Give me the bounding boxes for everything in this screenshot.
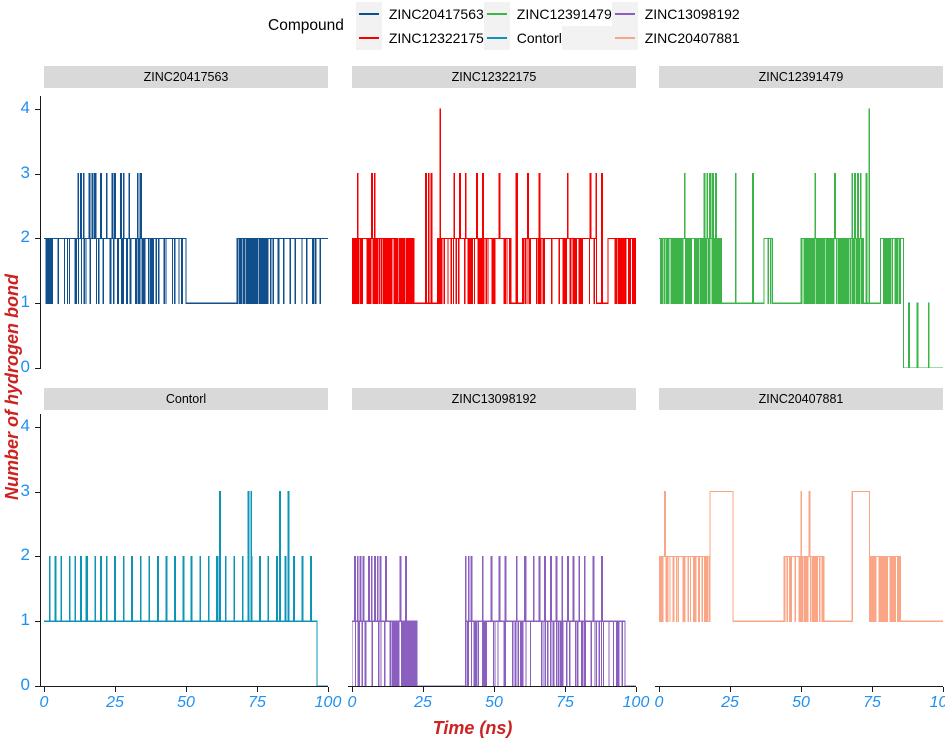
y-axis-tick: [35, 174, 40, 176]
series-trace: [44, 173, 328, 304]
series-trace: [352, 108, 636, 304]
x-axis-tick-label: 50: [177, 694, 195, 711]
x-axis-tick: [328, 687, 330, 692]
y-axis-tick: [35, 556, 40, 558]
x-axis-line: [655, 686, 943, 688]
x-axis-tick-label: 0: [347, 694, 357, 711]
x-axis-tick-label: 0: [39, 694, 49, 711]
x-axis-tick: [872, 687, 874, 692]
x-axis-tick-label: 75: [248, 694, 266, 711]
facet-panel: [44, 96, 328, 368]
y-axis-line: [40, 96, 42, 369]
y-axis-tick: [35, 368, 40, 370]
y-axis-line: [40, 414, 42, 687]
series-trace: [352, 555, 636, 686]
y-axis-tick-label: 2: [20, 545, 30, 565]
facet-panel: [659, 96, 943, 368]
x-axis-tick-label: 25: [414, 694, 432, 711]
x-axis-tick: [565, 687, 567, 692]
x-axis-tick: [257, 687, 259, 692]
facet-panel: [659, 414, 943, 686]
y-axis-tick-label: 3: [20, 480, 30, 500]
x-axis-line: [40, 686, 328, 688]
facet-strip-label: ZINC20407881: [659, 388, 943, 410]
x-axis-tick: [730, 687, 732, 692]
y-axis-tick-label: 0: [20, 357, 30, 376]
series-trace: [659, 491, 943, 622]
facet-strip-label: ZINC20417563: [44, 66, 328, 88]
y-axis-tick: [35, 238, 40, 240]
x-axis-tick: [352, 687, 354, 692]
series-trace: [659, 108, 943, 368]
facet-panel: [44, 414, 328, 686]
x-axis-tick: [943, 687, 945, 692]
x-axis-tick-label: 25: [721, 694, 739, 711]
x-axis-tick: [636, 687, 638, 692]
x-axis-tick-label: 25: [106, 694, 124, 711]
x-axis-tick: [186, 687, 188, 692]
x-axis-tick: [423, 687, 425, 692]
facet-panel: [352, 96, 636, 368]
facet-panel: [352, 414, 636, 686]
y-axis-tick: [35, 427, 40, 429]
y-axis-tick-label: 4: [20, 415, 30, 435]
y-axis-tick-label: 4: [20, 97, 30, 117]
y-axis-tick: [35, 303, 40, 305]
x-axis-tick-label: 100: [929, 694, 945, 711]
x-axis-tick-label: 75: [556, 694, 574, 711]
y-axis-tick-label: 2: [20, 227, 30, 247]
y-axis-tick: [35, 492, 40, 494]
x-axis-tick: [44, 687, 46, 692]
y-axis-tick-label: 1: [20, 292, 30, 312]
y-axis-tick-label: 0: [20, 675, 30, 694]
facet-strip-label: ZINC12322175: [352, 66, 636, 88]
x-axis-tick: [659, 687, 661, 692]
x-axis-tick: [494, 687, 496, 692]
facet-plot: Number of hydrogen bond Time (ns) ZINC20…: [0, 0, 945, 744]
x-axis-tick-label: 75: [863, 694, 881, 711]
x-axis-tick: [115, 687, 117, 692]
x-axis-tick-label: 50: [792, 694, 810, 711]
y-axis-tick: [35, 109, 40, 111]
y-axis-tick-label: 1: [20, 610, 30, 630]
series-trace: [44, 491, 328, 686]
x-axis-title: Time (ns): [432, 718, 513, 738]
facet-strip-label: ZINC12391479: [659, 66, 943, 88]
facet-strip-label: ZINC13098192: [352, 388, 636, 410]
x-axis-line: [348, 686, 636, 688]
x-axis-tick: [801, 687, 803, 692]
y-axis-tick-label: 3: [20, 162, 30, 182]
x-axis-tick-label: 50: [485, 694, 503, 711]
facet-strip-label: Contorl: [44, 388, 328, 410]
y-axis-tick: [35, 621, 40, 623]
x-axis-tick-label: 0: [654, 694, 664, 711]
